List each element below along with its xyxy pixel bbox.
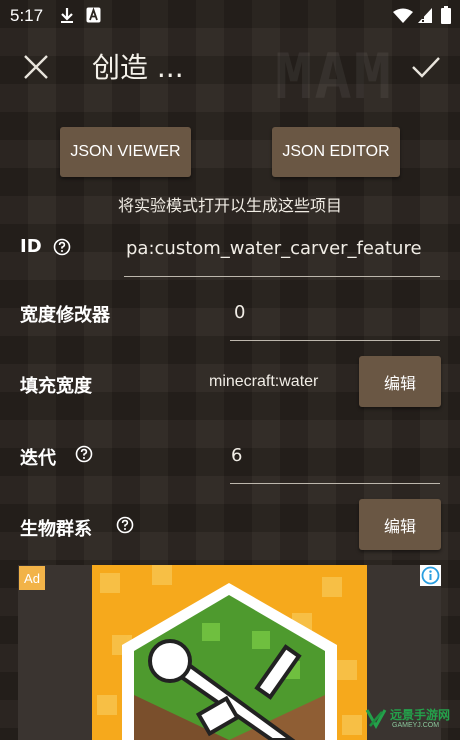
brand-name: 远景手游网: [390, 708, 451, 722]
id-label: ID: [20, 236, 42, 257]
iterations-label: 迭代: [20, 448, 56, 469]
background-watermark: MAM: [275, 40, 393, 113]
width-modifier-input[interactable]: 0: [234, 302, 245, 323]
close-icon: [24, 55, 48, 79]
status-bar: 5:17: [0, 0, 460, 34]
wifi-icon: [393, 8, 413, 23]
id-input[interactable]: pa:custom_water_carver_feature: [126, 238, 422, 259]
biomes-edit-button[interactable]: 编辑: [359, 499, 441, 550]
fill-width-edit-button[interactable]: 编辑: [359, 356, 441, 407]
json-viewer-button[interactable]: JSON VIEWER: [60, 127, 191, 177]
width-modifier-label: 宽度修改器: [20, 305, 110, 326]
download-icon: [61, 8, 73, 23]
close-button[interactable]: [18, 52, 54, 82]
help-icon[interactable]: [53, 238, 71, 256]
help-icon[interactable]: [75, 445, 93, 463]
page-title: 创造 ...: [92, 51, 184, 84]
ad-badge: Ad: [19, 566, 45, 590]
id-input-underline: [124, 276, 440, 277]
brand-domain: GAMEYJ.COM: [392, 722, 440, 729]
biomes-label: 生物群系: [20, 519, 92, 540]
iterations-underline: [230, 483, 440, 484]
width-modifier-underline: [230, 340, 440, 341]
fill-width-label: 填充宽度: [20, 376, 92, 397]
fill-width-value: minecraft:water: [209, 373, 319, 390]
brand-logo-icon: [365, 709, 387, 730]
confirm-button[interactable]: [408, 52, 444, 82]
iterations-input[interactable]: 6: [231, 445, 242, 466]
experimental-hint: 将实验模式打开以生成这些项目: [117, 196, 342, 215]
check-icon: [412, 57, 440, 78]
sim-blocked-icon: [418, 8, 432, 23]
ad-image[interactable]: [92, 565, 367, 740]
text-a-icon: [86, 7, 101, 23]
json-editor-button[interactable]: JSON EDITOR: [272, 127, 400, 177]
help-icon[interactable]: [116, 516, 134, 534]
info-icon[interactable]: [420, 565, 441, 586]
battery-icon: [441, 6, 451, 24]
status-time: 5:17: [10, 6, 44, 25]
